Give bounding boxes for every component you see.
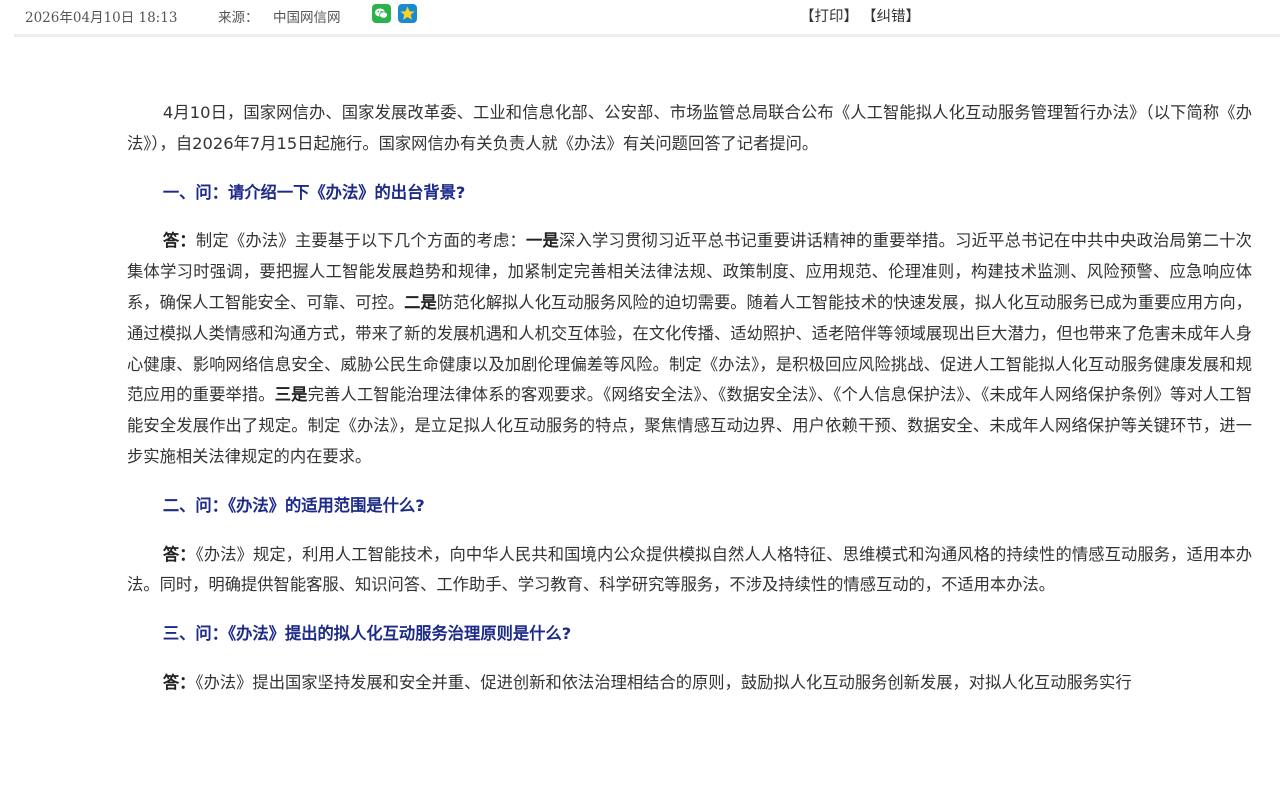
answer-paragraph-2: 答：《办法》规定，利用人工智能技术，向中华人民共和国境内公众提供模拟自然人人格特… — [127, 544, 1252, 595]
print-button[interactable]: 【打印】 — [800, 5, 858, 26]
article-meta-bar: 2026年04月10日 18:13 来源： 中国网信网 【打印】 【纠错】 — [0, 0, 1280, 34]
qzone-star-icon[interactable] — [398, 4, 417, 23]
question-heading-1: 一、问：请介绍一下《办法》的出台背景? — [162, 182, 466, 202]
report-error-button[interactable]: 【纠错】 — [862, 5, 920, 26]
answer-label: 答： — [162, 544, 196, 564]
source-link[interactable]: 中国网信网 — [273, 6, 341, 26]
point-marker: 二是 — [404, 292, 437, 312]
answer-paragraph-3: 答：《办法》提出国家坚持发展和安全并重、促进创新和依法治理相结合的原则，鼓励拟人… — [162, 672, 1132, 692]
wechat-icon[interactable] — [372, 4, 391, 23]
question-heading-2: 二、问：《办法》的适用范围是什么? — [162, 495, 425, 515]
lead-paragraph: 4月10日，国家网信办、国家发展改革委、工业和信息化部、公安部、市场监管总局联合… — [127, 103, 1252, 153]
answer-label: 答： — [162, 672, 196, 692]
article-body: 4月10日，国家网信办、国家发展改革委、工业和信息化部、公安部、市场监管总局联合… — [127, 98, 1252, 699]
source-label: 来源： — [218, 10, 259, 26]
answer-paragraph-1: 答：制定《办法》主要基于以下几个方面的考虑：一是深入学习贯彻习近平总书记重要讲话… — [127, 231, 1252, 466]
header-divider — [14, 34, 1280, 37]
point-marker: 三是 — [274, 385, 308, 405]
point-marker: 一是 — [525, 231, 559, 251]
answer-label: 答： — [162, 231, 196, 251]
publish-date: 2026年04月10日 18:13 — [25, 10, 178, 26]
question-heading-3: 三、问：《办法》提出的拟人化互动服务治理原则是什么? — [162, 624, 572, 644]
